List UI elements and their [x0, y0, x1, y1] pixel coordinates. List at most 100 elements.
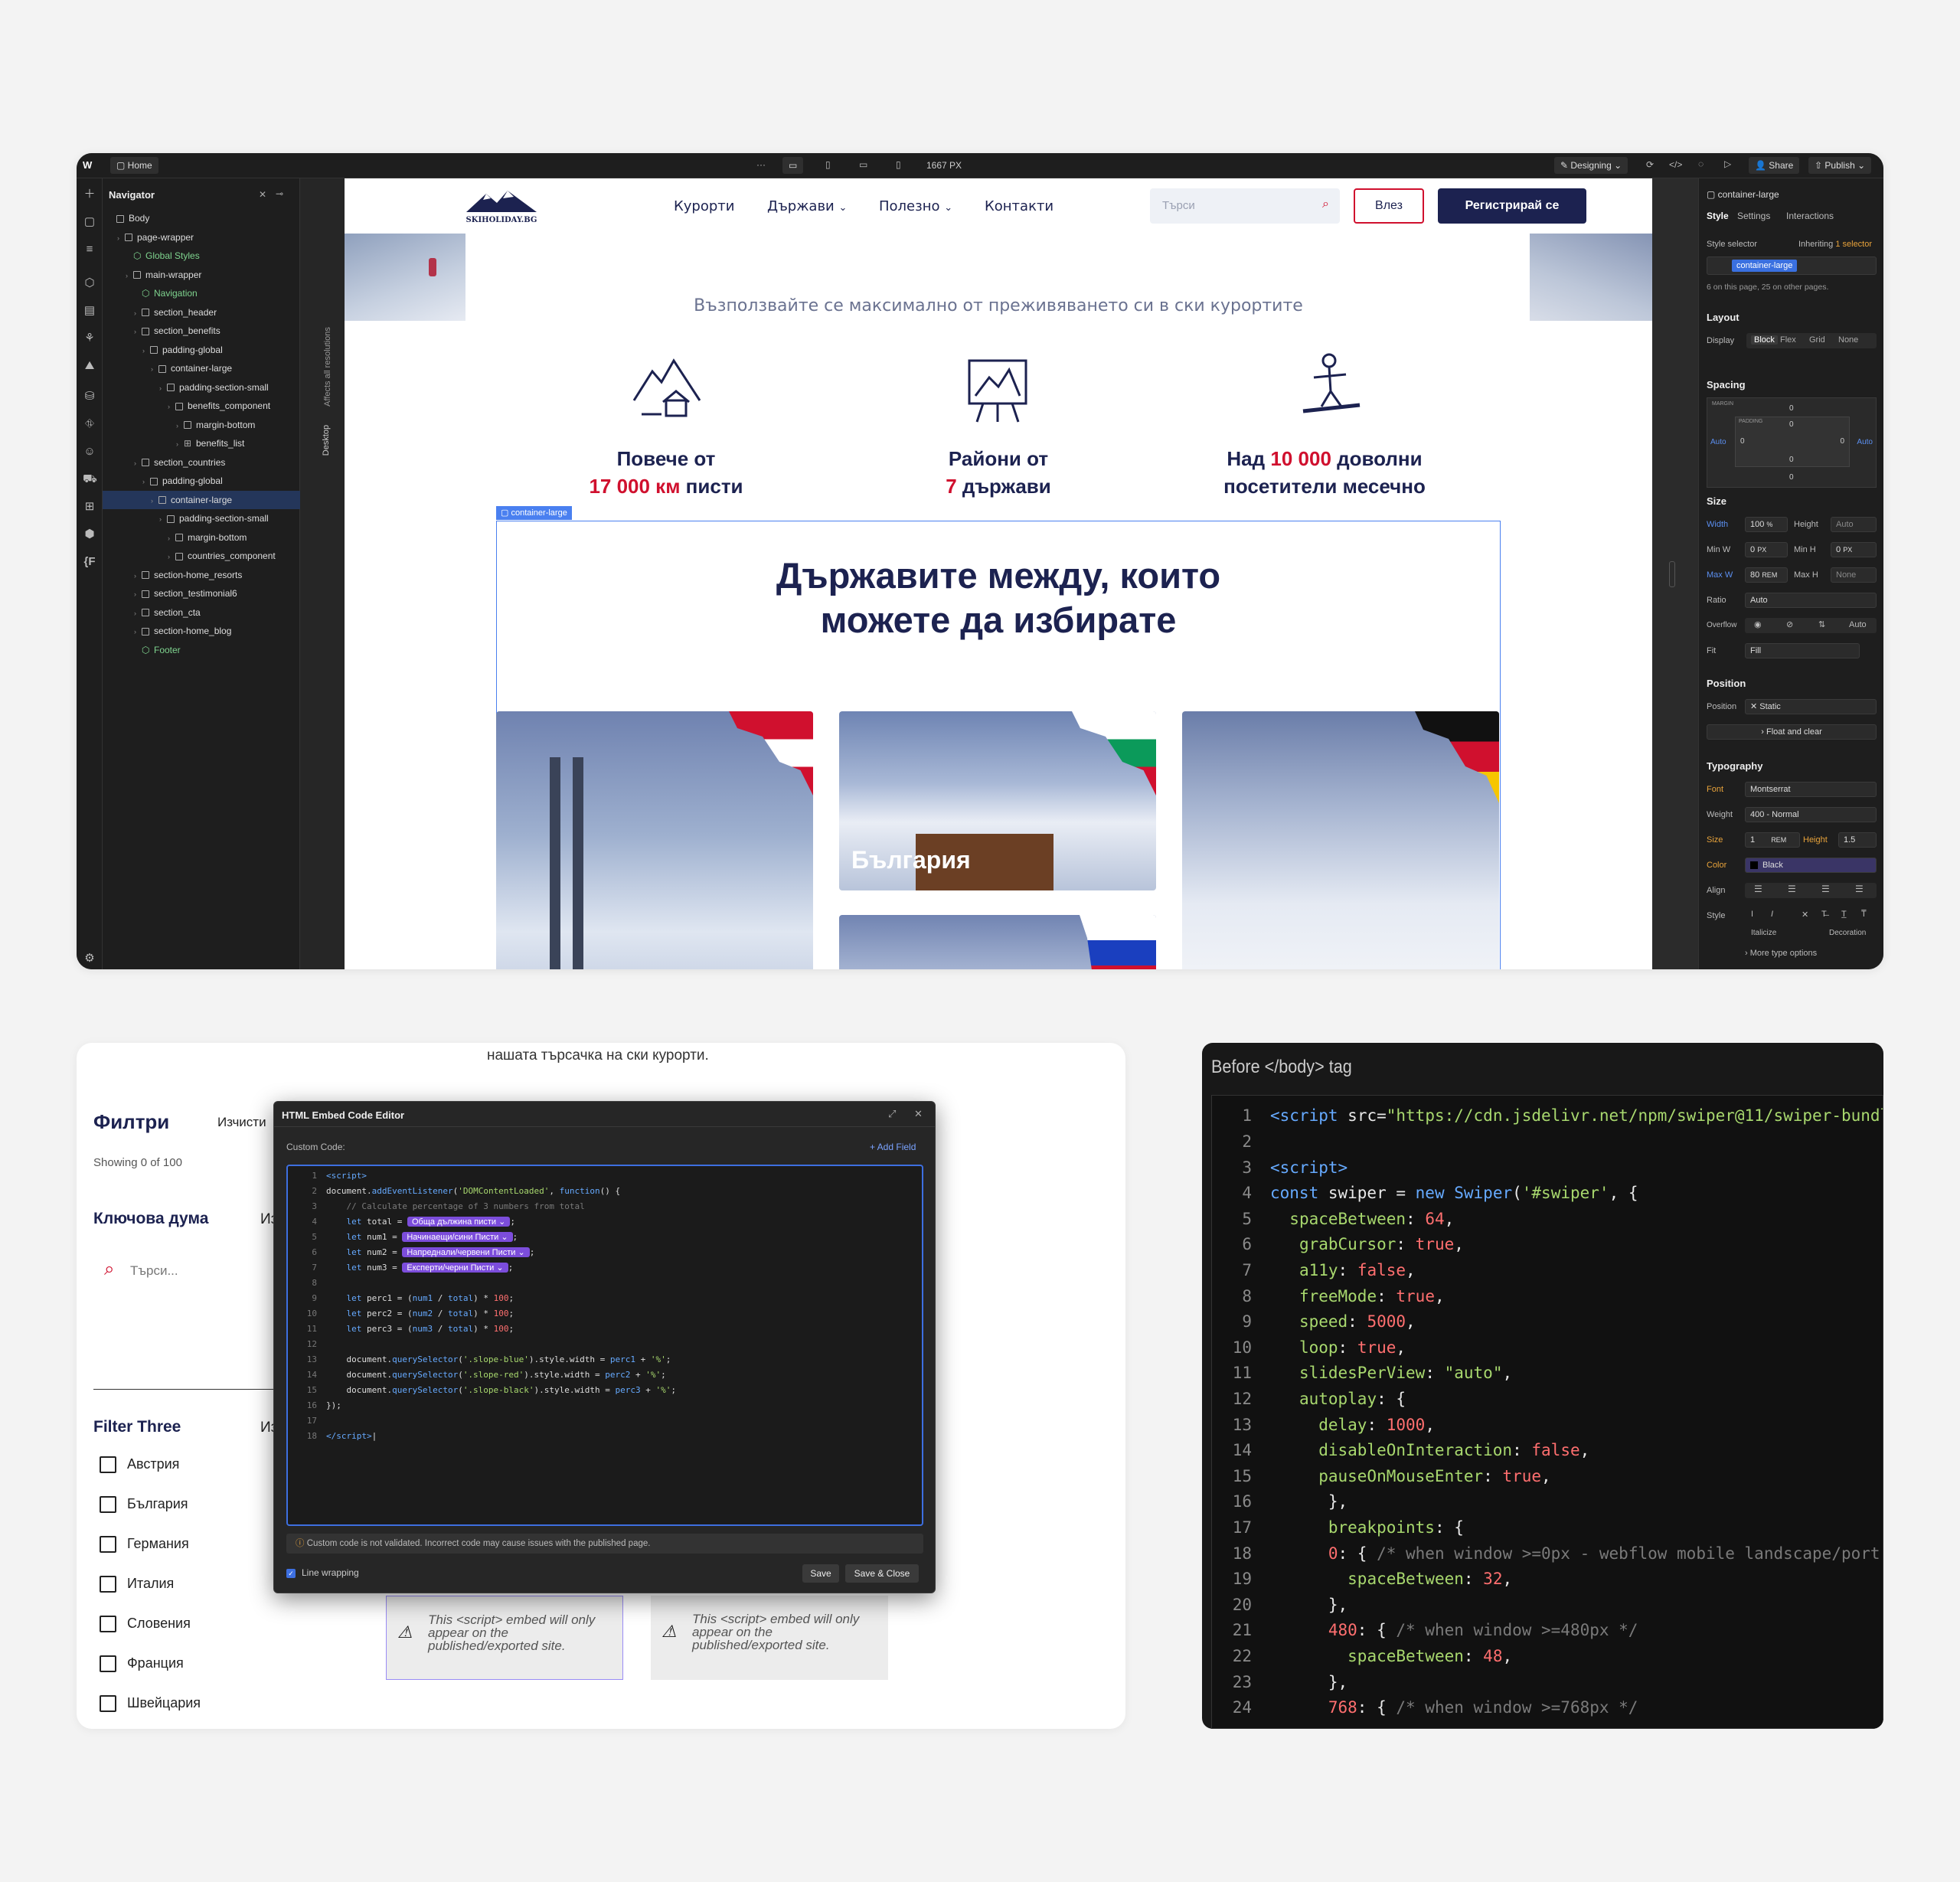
embed-placeholder[interactable]: ⚠ This <script> embed will only appear o… — [651, 1596, 888, 1680]
register-button[interactable]: Регистрирай се — [1438, 188, 1586, 224]
weight-select[interactable]: 400 - Normal — [1745, 807, 1877, 822]
variables-braces-icon[interactable]: {F — [83, 555, 96, 569]
navigator-item[interactable]: › section-home_blog — [103, 622, 300, 640]
chevron-icon[interactable]: › — [142, 472, 150, 491]
pages-icon[interactable]: ▢ — [83, 215, 96, 229]
margin-bottom[interactable]: 0 — [1789, 473, 1794, 482]
no-decoration-icon[interactable]: ✕ — [1802, 910, 1808, 920]
chevron-icon[interactable]: › — [159, 379, 167, 397]
underline-icon[interactable]: T̲ — [1841, 910, 1847, 919]
ecommerce-icon[interactable]: ⛟ — [83, 472, 97, 486]
navigator-item[interactable]: › section_cta — [103, 603, 300, 622]
margin-right[interactable]: Auto — [1857, 438, 1873, 446]
save-button[interactable]: Save — [802, 1564, 839, 1583]
overflow-auto[interactable]: Auto — [1849, 620, 1867, 629]
line-wrapping-checkbox[interactable]: ✓ — [286, 1569, 296, 1578]
variables-icon[interactable]: ▤ — [83, 304, 96, 318]
nav-resorts[interactable]: Курорти — [674, 198, 734, 214]
country-checkbox[interactable] — [100, 1616, 116, 1632]
navigator-item[interactable]: › section_countries — [103, 453, 300, 472]
navigator-item[interactable]: › container-large — [103, 490, 300, 510]
align-left-icon[interactable]: ☰ — [1754, 884, 1762, 894]
chevron-icon[interactable]: › — [151, 492, 158, 510]
tab-interactions[interactable]: Interactions — [1786, 211, 1834, 221]
style-options[interactable]: I I ✕ T̶ T̲ T̅ — [1745, 908, 1877, 923]
spacing-box[interactable]: MARGIN 0 Auto Auto 0 PADDING 0 0 0 0 — [1707, 397, 1877, 488]
overline-icon[interactable]: T̅ — [1861, 910, 1867, 919]
close-icon[interactable]: ✕ — [914, 1108, 923, 1120]
ratio-select[interactable]: Auto — [1745, 593, 1877, 608]
fit-select[interactable]: Fill — [1745, 643, 1860, 658]
country-card-slovenia[interactable] — [839, 915, 1156, 969]
align-right-icon[interactable]: ☰ — [1821, 884, 1830, 894]
minw-input[interactable]: 0 PX — [1745, 542, 1788, 557]
position-select[interactable]: ✕ Static — [1745, 699, 1877, 714]
navigator-item[interactable]: › countries_component — [103, 547, 300, 565]
navigator-item[interactable]: › section-home_resorts — [103, 566, 300, 584]
overflow-hidden-icon[interactable]: ⊘ — [1786, 619, 1793, 629]
margin-top[interactable]: 0 — [1789, 404, 1794, 413]
apps-icon[interactable]: ⊞ — [83, 500, 96, 514]
chevron-icon[interactable]: › — [134, 622, 142, 641]
chevron-icon[interactable]: › — [176, 417, 184, 435]
padding-right[interactable]: 0 — [1840, 437, 1844, 446]
expand-icon[interactable]: ⤢ — [888, 1108, 896, 1120]
field-tag[interactable]: Напреднали/червени Писти ⌄ — [402, 1247, 530, 1257]
overflow-scroll-icon[interactable]: ⇅ — [1818, 619, 1825, 629]
width-input[interactable]: 100 % — [1745, 517, 1788, 532]
country-checkbox[interactable] — [100, 1496, 116, 1513]
float-clear-button[interactable]: › Float and clear — [1707, 724, 1877, 740]
navigator-item[interactable]: › container-large — [103, 359, 300, 377]
mode-dropdown[interactable]: ✎ Designing ⌄ — [1554, 157, 1628, 174]
padding-top[interactable]: 0 — [1789, 420, 1794, 429]
display-option[interactable]: Block — [1751, 335, 1778, 345]
margin-left[interactable]: Auto — [1710, 438, 1726, 446]
close-icon[interactable]: ✕ — [259, 189, 266, 200]
chevron-icon[interactable]: › — [134, 304, 142, 322]
cms-icon[interactable]: ⛁ — [83, 390, 96, 404]
resize-handle[interactable] — [1669, 561, 1675, 587]
navigator-item[interactable]: › benefits_component — [103, 397, 300, 415]
assets-icon[interactable]: ⛰ — [83, 359, 96, 373]
navigator-item[interactable]: ⬡ Navigation — [103, 284, 300, 302]
publish-button[interactable]: ⇧ Publish ⌄ — [1808, 157, 1872, 174]
align-center-icon[interactable]: ☰ — [1788, 884, 1796, 894]
breakpoint-desktop-icon[interactable]: ▭ — [782, 157, 804, 174]
pin-icon[interactable]: ⊸ — [276, 188, 283, 199]
chevron-icon[interactable]: › — [126, 266, 133, 285]
navigator-item[interactable]: Body — [103, 209, 300, 227]
styles-icon[interactable]: ⚘ — [83, 332, 96, 345]
code-icon[interactable]: </> — [1669, 159, 1682, 170]
navigator-item[interactable]: › section_benefits — [103, 322, 300, 340]
display-option[interactable]: Grid — [1809, 335, 1825, 345]
country-card-bulgaria[interactable]: България — [839, 711, 1156, 890]
padding-bottom[interactable]: 0 — [1789, 456, 1794, 464]
field-tag[interactable]: Обща дължина писти ⌄ — [407, 1217, 511, 1227]
page-selector[interactable]: ▢ Home — [110, 157, 158, 174]
login-button[interactable]: Влез — [1354, 188, 1424, 224]
country-checkbox[interactable] — [100, 1456, 116, 1473]
chevron-icon[interactable]: › — [134, 567, 142, 585]
sync-icon[interactable]: ⟳ — [1646, 159, 1654, 170]
keyword-search[interactable]: ⌕ Търси... — [104, 1259, 257, 1285]
chevron-icon[interactable]: › — [168, 547, 175, 566]
chevron-icon[interactable]: › — [134, 585, 142, 603]
navigator-item[interactable]: › padding-section-small — [103, 378, 300, 397]
tab-style[interactable]: Style — [1707, 211, 1729, 221]
field-tag[interactable]: Експерти/черни Писти ⌄ — [402, 1263, 508, 1273]
search-input[interactable]: Търси ⌕ — [1150, 188, 1340, 224]
breakpoint-mobile-icon[interactable]: ▯ — [896, 159, 901, 170]
navigator-icon[interactable]: ≡ — [83, 243, 96, 256]
tab-settings[interactable]: Settings — [1737, 211, 1770, 221]
chevron-icon[interactable]: › — [176, 435, 184, 453]
navigator-item[interactable]: › section_header — [103, 303, 300, 322]
nav-contacts[interactable]: Контакти — [985, 198, 1054, 214]
country-checkbox[interactable] — [100, 1655, 116, 1672]
maxw-input[interactable]: 80 REM — [1745, 567, 1788, 583]
chevron-icon[interactable]: › — [134, 604, 142, 622]
navigator-item[interactable]: › ⊞ benefits_list — [103, 434, 300, 453]
italic-icon[interactable]: I — [1771, 910, 1773, 919]
add-icon[interactable]: ＋ — [83, 188, 96, 201]
minh-input[interactable]: 0 PX — [1831, 542, 1877, 557]
field-tag[interactable]: Начинаещи/сини Писти ⌄ — [402, 1232, 513, 1242]
